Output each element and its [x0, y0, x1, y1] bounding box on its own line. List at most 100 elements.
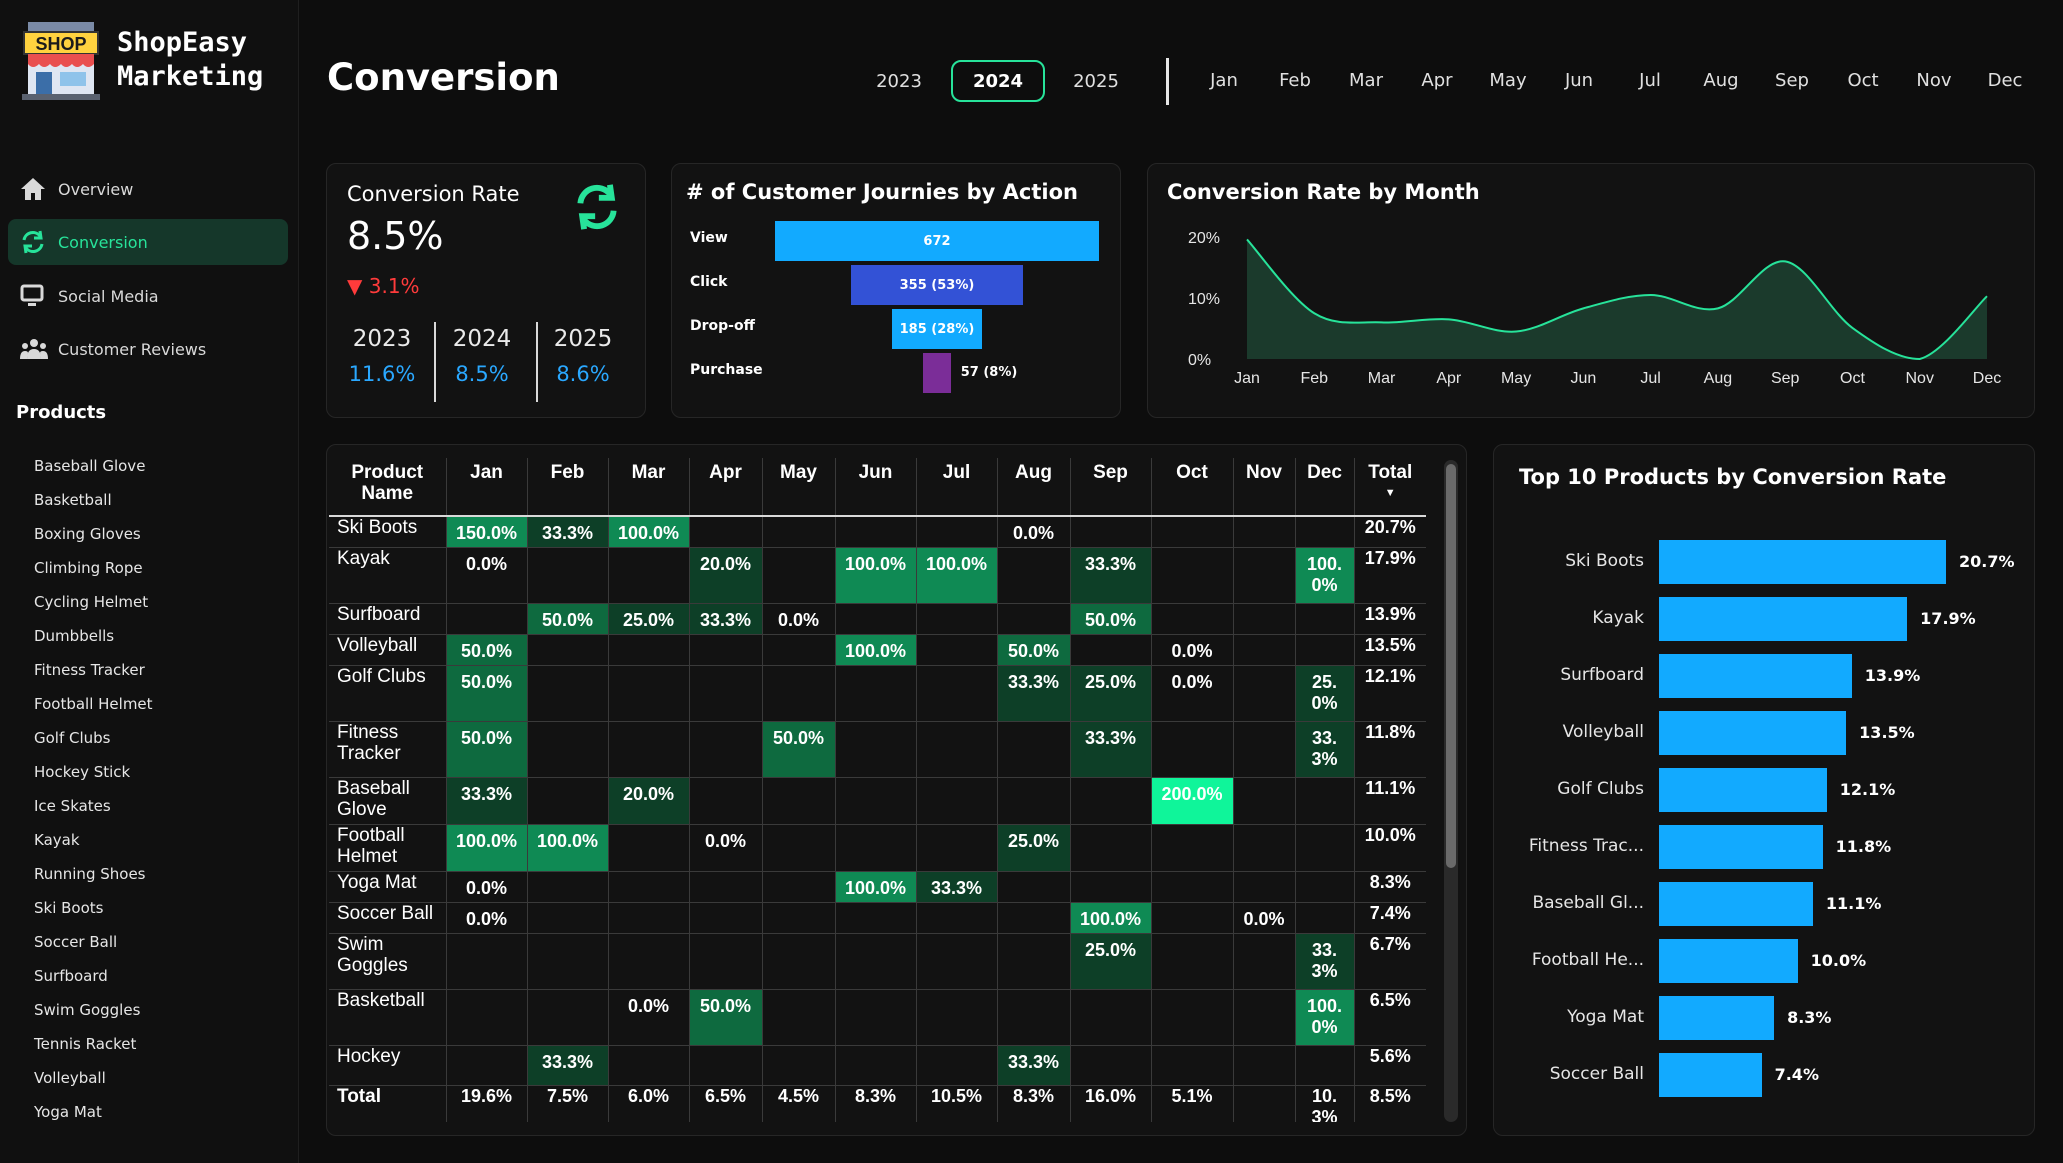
- table-row: Yoga Mat 0.0% 100.0% 33.3% 8.3%: [329, 871, 1426, 903]
- product-filter-item[interactable]: Cycling Helmet: [34, 593, 148, 611]
- column-header-month[interactable]: Apr: [689, 458, 763, 516]
- column-header-month[interactable]: Jul: [916, 458, 998, 516]
- product-filter-item[interactable]: Yoga Mat: [34, 1103, 102, 1121]
- column-header-month[interactable]: Jun: [835, 458, 917, 516]
- nav-item-overview[interactable]: Overview: [8, 166, 288, 212]
- column-header-month[interactable]: Aug: [997, 458, 1071, 516]
- total-cell: 8.3%: [835, 1085, 917, 1122]
- sidebar: SHOP ShopEasy Marketing Overview Convers…: [0, 0, 299, 1163]
- kpi-value-2023: 11.6%: [348, 362, 416, 386]
- x-tick-label: Sep: [1771, 370, 1800, 387]
- product-filter-item[interactable]: Volleyball: [34, 1069, 106, 1087]
- product-filter-item[interactable]: Baseball Glove: [34, 457, 145, 475]
- row-total-cell: 11.1%: [1353, 777, 1426, 825]
- matrix-cell: [689, 871, 763, 903]
- matrix-cell: [997, 989, 1071, 1046]
- product-filter-item[interactable]: Kayak: [34, 831, 80, 849]
- product-name-cell: Soccer Ball: [329, 902, 447, 934]
- matrix-cell: [689, 665, 763, 722]
- row-total-cell: 11.8%: [1353, 721, 1426, 778]
- matrix-cell: [527, 634, 609, 666]
- nav-item-customer-reviews[interactable]: Customer Reviews: [8, 326, 288, 372]
- month-apr-button[interactable]: Apr: [1421, 70, 1452, 91]
- total-cell: 4.5%: [762, 1085, 836, 1122]
- row-total-cell: 12.1%: [1353, 665, 1426, 722]
- month-nov-button[interactable]: Nov: [1916, 70, 1951, 91]
- product-name-cell: Yoga Mat: [329, 871, 447, 903]
- matrix-cell: [1151, 516, 1234, 548]
- matrix-cell: [1070, 634, 1152, 666]
- product-filter-item[interactable]: Fitness Tracker: [34, 661, 145, 679]
- product-filter-item[interactable]: Dumbbells: [34, 627, 114, 645]
- matrix-scroll-thumb[interactable]: [1446, 464, 1456, 868]
- matrix-cell: [608, 871, 690, 903]
- column-header-month[interactable]: May: [762, 458, 836, 516]
- bar-value-label: 10.0%: [1810, 951, 1867, 970]
- matrix-cell: [1295, 516, 1355, 548]
- row-total-cell: 5.6%: [1353, 1045, 1426, 1086]
- matrix-cell: [446, 1045, 528, 1086]
- product-filter-item[interactable]: Football Helmet: [34, 695, 153, 713]
- sort-desc-icon[interactable]: ▼: [1357, 483, 1425, 504]
- month-jan-button[interactable]: Jan: [1210, 70, 1238, 91]
- month-aug-button[interactable]: Aug: [1703, 70, 1738, 91]
- total-cell: 19.6%: [446, 1085, 528, 1122]
- matrix-cell: 50.0%: [689, 989, 763, 1046]
- column-header-month[interactable]: Feb: [527, 458, 609, 516]
- month-may-button[interactable]: May: [1489, 70, 1526, 91]
- column-header-total[interactable]: Total ▼: [1354, 458, 1426, 516]
- column-header-month[interactable]: Mar: [608, 458, 690, 516]
- funnel-bar: 185 (28%): [892, 309, 982, 349]
- matrix-cell: [1151, 871, 1234, 903]
- matrix-cell: 20.0%: [689, 547, 763, 604]
- matrix-cell: 100.0%: [835, 871, 917, 903]
- month-jul-button[interactable]: Jul: [1639, 70, 1661, 91]
- nav-item-conversion[interactable]: Conversion: [8, 219, 288, 265]
- bar: [1659, 597, 1908, 641]
- column-header-month[interactable]: Nov: [1233, 458, 1296, 516]
- month-jun-button[interactable]: Jun: [1565, 70, 1593, 91]
- month-feb-button[interactable]: Feb: [1279, 70, 1311, 91]
- month-sep-button[interactable]: Sep: [1775, 70, 1809, 91]
- matrix-cell: 100.0%: [1070, 902, 1152, 934]
- total-cell: [1233, 1085, 1296, 1122]
- matrix-cell: [762, 547, 836, 604]
- column-header-month[interactable]: Oct: [1151, 458, 1234, 516]
- nav-label: Overview: [58, 179, 134, 199]
- product-filter-item[interactable]: Tennis Racket: [34, 1035, 136, 1053]
- product-filter-item[interactable]: Basketball: [34, 491, 112, 509]
- bar: [1659, 1053, 1762, 1097]
- matrix-cell: 50.0%: [446, 665, 528, 722]
- product-filter-item[interactable]: Swim Goggles: [34, 1001, 140, 1019]
- month-oct-button[interactable]: Oct: [1847, 70, 1878, 91]
- product-filter-item[interactable]: Ski Boots: [34, 899, 104, 917]
- product-filter-item[interactable]: Boxing Gloves: [34, 525, 141, 543]
- column-header-product[interactable]: Product Name: [329, 458, 447, 516]
- y-tick-label: 10%: [1188, 291, 1220, 308]
- bar-category-label: Soccer Ball: [1549, 1064, 1644, 1084]
- year-2025-button[interactable]: 2025: [1049, 60, 1143, 102]
- column-header-month[interactable]: Jan: [446, 458, 528, 516]
- x-tick-label: Jun: [1570, 370, 1596, 387]
- product-filter-item[interactable]: Hockey Stick: [34, 763, 130, 781]
- column-header-month[interactable]: Sep: [1070, 458, 1152, 516]
- product-filter-item[interactable]: Running Shoes: [34, 865, 145, 883]
- product-filter-item[interactable]: Ice Skates: [34, 797, 111, 815]
- product-filter-item[interactable]: Climbing Rope: [34, 559, 143, 577]
- bar-category-label: Football He...: [1531, 950, 1644, 970]
- nav-item-social-media[interactable]: Social Media: [8, 273, 288, 319]
- funnel-value-label: 57 (8%): [960, 365, 1018, 380]
- year-2024-button[interactable]: 2024: [951, 60, 1045, 102]
- product-filter-item[interactable]: Golf Clubs: [34, 729, 111, 747]
- bar: [1659, 882, 1813, 926]
- product-filter-item[interactable]: Soccer Ball: [34, 933, 117, 951]
- month-mar-button[interactable]: Mar: [1349, 70, 1383, 91]
- year-2023-button[interactable]: 2023: [852, 60, 946, 102]
- product-filter-item[interactable]: Surfboard: [34, 967, 108, 985]
- matrix-cell: [835, 777, 917, 825]
- matrix-cell: 100.0%: [1295, 989, 1355, 1046]
- matrix-cell: [1233, 1045, 1296, 1086]
- month-dec-button[interactable]: Dec: [1988, 70, 2023, 91]
- total-row-label: Total: [329, 1085, 447, 1122]
- column-header-month[interactable]: Dec: [1295, 458, 1355, 516]
